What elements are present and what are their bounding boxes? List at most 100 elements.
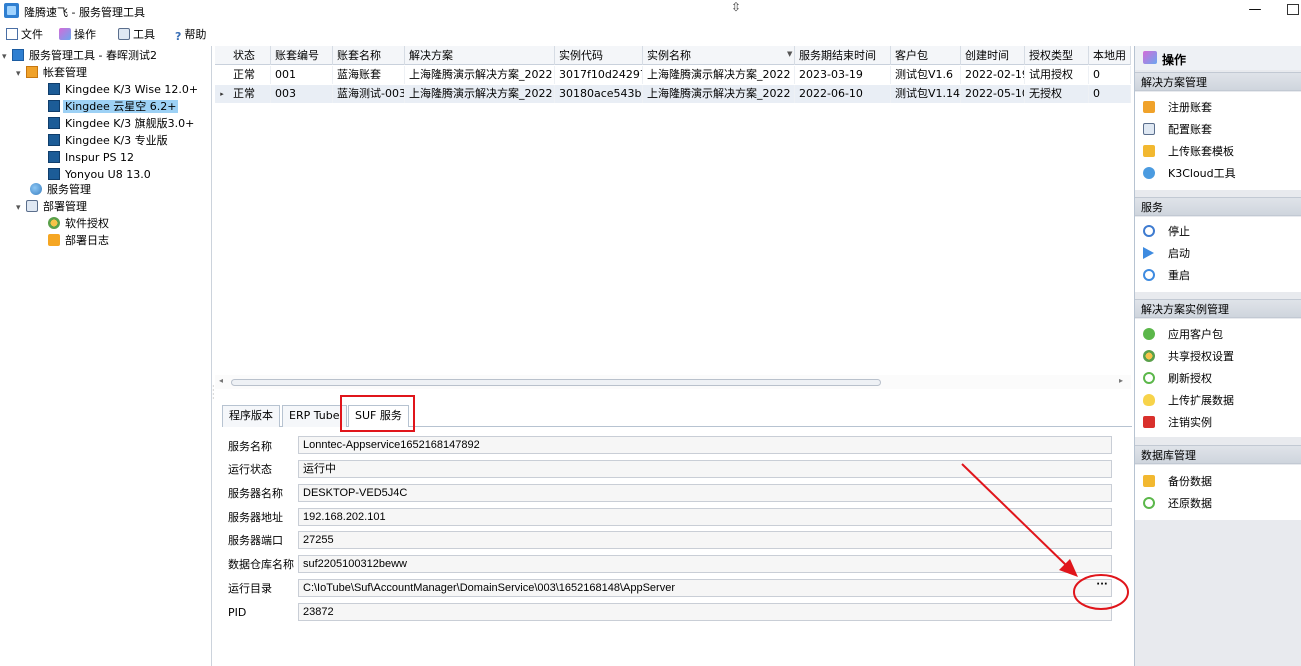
scroll-thumb[interactable] bbox=[231, 379, 881, 386]
operation-icon bbox=[1143, 51, 1157, 64]
configure-account-button[interactable]: 配置账套 bbox=[1143, 121, 1212, 139]
column-header[interactable]: 账套编号 bbox=[271, 46, 333, 65]
expand-icon[interactable]: ▾ bbox=[16, 200, 26, 216]
column-header[interactable]: 实例名称 bbox=[643, 46, 795, 65]
apply-package-button[interactable]: 应用客户包 bbox=[1143, 326, 1223, 344]
tree-software-license[interactable]: 软件授权 bbox=[48, 216, 111, 232]
register-icon bbox=[1143, 101, 1155, 113]
column-header[interactable]: 客户包 bbox=[891, 46, 961, 65]
tree-root[interactable]: ▾ 服务管理工具 - 春晖测试2 bbox=[2, 48, 159, 64]
tree-service-mgmt[interactable]: 服务管理 bbox=[30, 182, 93, 198]
k3cloud-tool-button[interactable]: K3Cloud工具 bbox=[1143, 165, 1236, 183]
group-service[interactable]: 服务 bbox=[1135, 197, 1301, 216]
horizontal-scrollbar[interactable]: ◂ ▸ bbox=[215, 375, 1131, 389]
column-header[interactable]: 授权类型 bbox=[1025, 46, 1089, 65]
cell-account-name: 蓝海账套 bbox=[333, 66, 405, 84]
column-header[interactable]: 服务期结束时间 bbox=[795, 46, 891, 65]
tree-deploy-log[interactable]: 部署日志 bbox=[48, 233, 111, 249]
cell-license-type: 无授权 bbox=[1025, 85, 1089, 103]
tree-account-yonyou[interactable]: Yonyou U8 13.0 bbox=[48, 167, 153, 183]
group-solution-mgmt[interactable]: 解决方案管理 bbox=[1135, 72, 1301, 91]
run-directory-field[interactable]: C:\IoTube\Suf\AccountManager\DomainServi… bbox=[298, 579, 1112, 597]
tree-account-k3-flagship[interactable]: Kingdee K/3 旗舰版3.0+ bbox=[48, 116, 196, 132]
server-address-field[interactable]: 192.168.202.101 bbox=[298, 508, 1112, 526]
group-database-mgmt[interactable]: 数据库管理 bbox=[1135, 445, 1301, 464]
backup-data-button[interactable]: 备份数据 bbox=[1143, 473, 1212, 491]
shared-license-button[interactable]: 共享授权设置 bbox=[1143, 348, 1234, 366]
menu-file[interactable]: 文件 bbox=[6, 27, 43, 43]
table-row[interactable]: ▸ 正常 003 蓝海测试-003 上海隆腾演示解决方案_2022 30180a… bbox=[215, 85, 1131, 103]
field-label: 服务器地址 bbox=[228, 511, 283, 524]
log-icon bbox=[48, 234, 60, 246]
upload-extension-label: 上传扩展数据 bbox=[1168, 394, 1234, 407]
pid-field[interactable]: 23872 bbox=[298, 603, 1112, 621]
cube-icon bbox=[1143, 167, 1155, 179]
column-header[interactable]: 创建时间 bbox=[961, 46, 1025, 65]
cell-local: 0 bbox=[1089, 66, 1131, 84]
column-header[interactable]: 本地用 bbox=[1089, 46, 1131, 65]
maximize-button[interactable] bbox=[1287, 4, 1299, 15]
filter-icon[interactable]: ▼ bbox=[787, 50, 792, 58]
database-icon bbox=[48, 168, 60, 180]
tab-program-version[interactable]: 程序版本 bbox=[222, 405, 280, 427]
cell-end-date: 2022-06-10 bbox=[795, 85, 891, 103]
scroll-left-icon[interactable]: ◂ bbox=[219, 376, 223, 385]
stop-button[interactable]: 停止 bbox=[1143, 223, 1190, 241]
cell-solution: 上海隆腾演示解决方案_2022 bbox=[405, 85, 555, 103]
deregister-instance-button[interactable]: 注销实例 bbox=[1143, 414, 1212, 432]
tree-deploy-mgmt[interactable]: ▾ 部署管理 bbox=[16, 199, 89, 215]
group-instance-mgmt-body: 应用客户包 共享授权设置 刷新授权 上传扩展数据 注销实例 bbox=[1135, 319, 1301, 437]
server-name-field[interactable]: DESKTOP-VED5J4C bbox=[298, 484, 1112, 502]
upload-template-label: 上传账套模板 bbox=[1168, 145, 1234, 158]
group-instance-mgmt[interactable]: 解决方案实例管理 bbox=[1135, 299, 1301, 318]
tree-account-cloud[interactable]: Kingdee 云星空 6.2+ bbox=[48, 99, 179, 115]
scroll-right-icon[interactable]: ▸ bbox=[1119, 376, 1123, 385]
menu-operation[interactable]: 操作 bbox=[59, 27, 96, 43]
field-label: PID bbox=[228, 606, 247, 619]
splitter-handle[interactable]: · · · · bbox=[212, 383, 215, 403]
k3cloud-tool-label: K3Cloud工具 bbox=[1168, 167, 1236, 180]
cell-solution: 上海隆腾演示解决方案_2022 bbox=[405, 66, 555, 84]
menu-help[interactable]: ? 帮助 bbox=[175, 27, 206, 43]
tree-account-k3-wise[interactable]: Kingdee K/3 Wise 12.0+ bbox=[48, 82, 200, 98]
cell-end-date: 2023-03-19 bbox=[795, 66, 891, 84]
bulb-icon bbox=[1143, 394, 1155, 406]
column-header[interactable]: 实例代码 bbox=[555, 46, 643, 65]
restore-data-label: 还原数据 bbox=[1168, 497, 1212, 510]
table-row[interactable]: 正常 001 蓝海账套 上海隆腾演示解决方案_2022 3017f10d2429… bbox=[215, 66, 1131, 84]
upload-template-button[interactable]: 上传账套模板 bbox=[1143, 143, 1234, 161]
cell-license-type: 试用授权 bbox=[1025, 66, 1089, 84]
folder-icon bbox=[1143, 475, 1155, 487]
tree-account-k3-pro[interactable]: Kingdee K/3 专业版 bbox=[48, 133, 170, 149]
tree-account-mgmt[interactable]: ▾ 帐套管理 bbox=[16, 65, 89, 81]
grid-header: 状态 账套编号 账套名称 解决方案 实例代码 实例名称 服务期结束时间 客户包 … bbox=[215, 46, 1131, 65]
tree-account-inspur[interactable]: Inspur PS 12 bbox=[48, 150, 136, 166]
restart-button[interactable]: 重启 bbox=[1143, 267, 1190, 285]
start-button[interactable]: 启动 bbox=[1143, 245, 1190, 263]
restore-data-button[interactable]: 还原数据 bbox=[1143, 495, 1212, 513]
refresh-license-label: 刷新授权 bbox=[1168, 372, 1212, 385]
menu-operation-label: 操作 bbox=[74, 28, 96, 41]
menu-tools[interactable]: 工具 bbox=[118, 27, 155, 43]
expand-icon[interactable]: ▾ bbox=[16, 66, 26, 82]
tab-erp-tube[interactable]: ERP Tube bbox=[282, 405, 347, 427]
refresh-license-button[interactable]: 刷新授权 bbox=[1143, 370, 1212, 388]
database-icon bbox=[48, 134, 60, 146]
column-header[interactable]: 解决方案 bbox=[405, 46, 555, 65]
register-account-button[interactable]: 注册账套 bbox=[1143, 99, 1212, 117]
browse-button[interactable]: ··· bbox=[1093, 580, 1111, 594]
upload-extension-button[interactable]: 上传扩展数据 bbox=[1143, 392, 1234, 410]
column-header[interactable]: 状态 bbox=[229, 46, 271, 65]
service-name-field[interactable]: Lonntec-Appservice1652168147892 bbox=[298, 436, 1112, 454]
annotation-highlight-box bbox=[340, 395, 415, 432]
server-port-field[interactable]: 27255 bbox=[298, 531, 1112, 549]
cancel-icon bbox=[1143, 416, 1155, 428]
data-warehouse-field[interactable]: suf2205100312beww bbox=[298, 555, 1112, 573]
cell-status: 正常 bbox=[229, 85, 271, 103]
run-status-field[interactable]: 运行中 bbox=[298, 460, 1112, 478]
column-header[interactable]: 账套名称 bbox=[333, 46, 405, 65]
drag-handle-icon[interactable]: ⇳ bbox=[731, 0, 741, 14]
minimize-button[interactable]: — bbox=[1245, 2, 1265, 20]
expand-icon[interactable]: ▾ bbox=[2, 49, 12, 65]
cell-instance-name: 上海隆腾演示解决方案_2022 bbox=[643, 85, 795, 103]
